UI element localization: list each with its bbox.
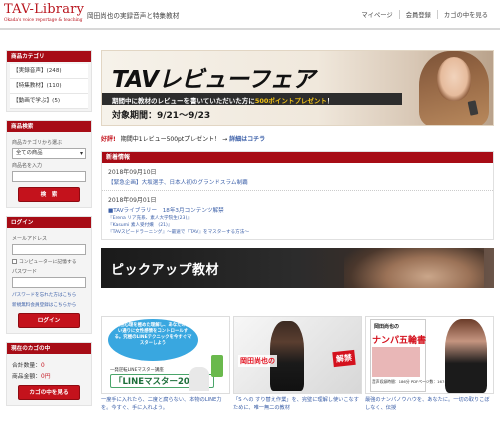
login-box-title: ログイン bbox=[7, 217, 91, 228]
cart-count-line: 合計数量：0 bbox=[12, 360, 86, 369]
cart-subtotal-value: 0円 bbox=[41, 374, 51, 380]
news-item: 2018年09月10日 【緊急企画】大坂選手、日本人初のグランドスラム制覇 bbox=[102, 163, 493, 191]
review-fair-banner[interactable]: TAVレビューフェア 期間中に教材のレビューを書いていただいた方に500ポイント… bbox=[101, 50, 494, 126]
search-category-select[interactable]: 全ての商品 bbox=[12, 148, 86, 159]
notice-bar: 好評! 期間中1レビュー500ptプレゼント！ → 詳細はコチラ bbox=[101, 134, 494, 143]
banner-model-face bbox=[437, 57, 471, 101]
news-sub-link[interactable]: 『Erena リア充系、素人大学院生(23)』 bbox=[108, 215, 487, 222]
password-label: パスワード bbox=[12, 269, 38, 275]
product-title: 岡田尚也の bbox=[238, 355, 277, 367]
search-box: 商品検索 商品カテゴリから選ぶ 全ての商品 商品名を入力 検 索 bbox=[6, 120, 92, 208]
notice-detail-link[interactable]: 詳細はコチラ bbox=[229, 134, 265, 143]
nav-mypage[interactable]: マイページ bbox=[355, 10, 398, 19]
logo-subtext: Okada's voice reportage & teaching bbox=[4, 18, 83, 23]
login-box: ログイン メールアドレス コンピューターに記憶する パスワード パスワードを忘れ… bbox=[6, 216, 92, 334]
view-cart-button[interactable]: カゴの中を見る bbox=[18, 385, 80, 400]
pickup-portrait bbox=[344, 248, 484, 288]
category-item-audio[interactable]: 【実録音声】(248) bbox=[10, 64, 88, 79]
product-model bbox=[445, 319, 487, 393]
main-content: TAVレビューフェア 期間中に教材のレビューを書いていただいた方に500ポイント… bbox=[101, 50, 494, 411]
search-button[interactable]: 検 索 bbox=[18, 187, 80, 202]
nav-view-cart[interactable]: カゴの中を見る bbox=[436, 10, 494, 19]
product-image-nanpa-book[interactable]: 岡田尚也の ナンパ五輪書 音声収録時間：186分 PDFページ数：167ページ bbox=[365, 316, 494, 394]
product-badge: 解禁 bbox=[332, 349, 356, 368]
category-box: 商品カテゴリ 【実録音声】(248) 【特集教材】(110) 【動画で学ぶ】(5… bbox=[6, 50, 92, 112]
cart-subtotal-label: 商品金額： bbox=[12, 374, 41, 380]
site-header: TAV-Library Okada's voice reportage & te… bbox=[0, 0, 500, 30]
search-box-title: 商品検索 bbox=[7, 121, 91, 132]
email-label: メールアドレス bbox=[12, 236, 48, 242]
book-author: 岡田尚也の bbox=[374, 324, 400, 330]
news-title: 新着情報 bbox=[102, 152, 493, 163]
product-card[interactable]: 岡田尚也の 解禁 「S への すり替え作業」を、完璧に理解し使いこなすために、唯… bbox=[233, 316, 362, 412]
pickup-banner: ピックアップ教材 bbox=[101, 248, 494, 288]
smartphone-icon bbox=[211, 355, 223, 377]
cart-box-title: 現在のカゴの中 bbox=[7, 343, 91, 354]
news-date: 2018年09月01日 bbox=[108, 197, 157, 204]
category-list: 【実録音声】(248) 【特集教材】(110) 【動画で学ぶ】(5) bbox=[7, 62, 91, 111]
remember-checkbox[interactable] bbox=[12, 259, 17, 264]
book-cover-art bbox=[372, 347, 420, 377]
login-button[interactable]: ログイン bbox=[18, 313, 80, 328]
banner-strip-main: 期間中に教材のレビューを書いていただいた方に bbox=[112, 97, 255, 105]
search-category-label: 商品カテゴリから選ぶ bbox=[12, 140, 63, 146]
remember-label: コンピューターに記憶する bbox=[19, 260, 77, 265]
sidebar: 商品カテゴリ 【実録音声】(248) 【特集教材】(110) 【動画で学ぶ】(5… bbox=[6, 50, 92, 414]
top-nav: マイページ 会員登録 カゴの中を見る bbox=[355, 10, 494, 19]
product-card[interactable]: 女性心理を極めた理解し、あなたの思い通りに女性感情をコントロールする。究極のLI… bbox=[101, 316, 230, 412]
register-link[interactable]: 新規無料会員登録はこちらから bbox=[12, 302, 86, 308]
email-field[interactable] bbox=[12, 244, 86, 255]
category-item-materials[interactable]: 【特集教材】(110) bbox=[10, 79, 88, 94]
search-name-label: 商品名を入力 bbox=[12, 163, 43, 169]
category-box-title: 商品カテゴリ bbox=[7, 51, 91, 62]
product-image-s-method[interactable]: 岡田尚也の 解禁 bbox=[233, 316, 362, 394]
banner-strip-highlight: 500ポイントプレゼント bbox=[254, 97, 327, 105]
product-description[interactable]: 「S への すり替え作業」を、完璧に理解し使いこなすために、唯一無二の教材 bbox=[233, 396, 362, 412]
news-link[interactable]: ■TAVライブラリー 18年3月コンテンツ解禁 bbox=[108, 207, 487, 215]
product-image-line-master[interactable]: 女性心理を極めた理解し、あなたの思い通りに女性感情をコントロールする。究極のLI… bbox=[101, 316, 230, 394]
cart-box: 現在のカゴの中 合計数量：0 商品金額：0円 カゴの中を見る bbox=[6, 342, 92, 406]
logo-text: TAV-Library bbox=[4, 2, 85, 17]
notice-text: 期間中1レビュー500ptプレゼント！ → bbox=[120, 136, 228, 143]
notice-tag: 好評! bbox=[101, 136, 116, 143]
news-sub-link[interactable]: 『TAVスピードラーニング』〜最速で『TAV』をマスターする方法〜 bbox=[108, 229, 487, 236]
category-item-video[interactable]: 【動画で学ぶ】(5) bbox=[10, 94, 88, 109]
product-grid: 女性心理を極めた理解し、あなたの思い通りに女性感情をコントロールする。究極のLI… bbox=[101, 316, 494, 412]
product-subtitle: 一発逆転LINEマスター講座 bbox=[110, 368, 164, 373]
search-name-input[interactable] bbox=[12, 171, 86, 182]
news-item: 2018年09月01日 ■TAVライブラリー 18年3月コンテンツ解禁 『Ere… bbox=[102, 191, 493, 239]
pickup-title: ピックアップ教材 bbox=[111, 263, 220, 278]
banner-strip-tail: ！ bbox=[326, 97, 334, 105]
site-tagline: 岡田尚也の実録音声と特集教材 bbox=[87, 12, 180, 20]
password-field[interactable] bbox=[12, 277, 86, 288]
product-description[interactable]: 最強のナンパノウハウを、あなたに。一切の取りこぼしなく、伝授 bbox=[365, 396, 494, 412]
banner-date: 対象期間：9/21〜9/23 bbox=[112, 111, 211, 121]
cart-count-value: 0 bbox=[41, 363, 45, 369]
book-title: ナンパ五輪書 bbox=[372, 336, 427, 346]
news-sub-link[interactable]: 『Kasumi 素人受付嬢 (21)』 bbox=[108, 222, 487, 229]
news-date: 2018年09月10日 bbox=[108, 169, 157, 176]
news-link[interactable]: 【緊急企画】大坂選手、日本人初のグランドスラム制覇 bbox=[108, 179, 487, 187]
product-catchcopy: 女性心理を極めた理解し、あなたの思い通りに女性感情をコントロールする。究極のLI… bbox=[114, 323, 192, 346]
people-illustration bbox=[189, 367, 209, 391]
banner-strip-text: 期間中に教材のレビューを書いていただいた方に500ポイントプレゼント！ bbox=[112, 95, 333, 105]
book-specs: 音声収録時間：186分 PDFページ数：167ページ bbox=[372, 379, 456, 384]
news-section: 新着情報 2018年09月10日 【緊急企画】大坂選手、日本人初のグランドスラム… bbox=[101, 151, 494, 240]
banner-title: TAVレビューフェア bbox=[112, 67, 315, 93]
forgot-password-link[interactable]: パスワードを忘れた方はこちら bbox=[12, 292, 86, 298]
cart-subtotal-line: 商品金額：0円 bbox=[12, 371, 86, 380]
cart-count-label: 合計数量： bbox=[12, 363, 41, 369]
product-description[interactable]: 一度手に入れたら、二度と腐らない、本物のLINE力を。今すぐ、手に入れよう。 bbox=[101, 396, 230, 412]
nav-register[interactable]: 会員登録 bbox=[398, 10, 437, 19]
remember-row: コンピューターに記憶する bbox=[12, 258, 86, 265]
product-card[interactable]: 岡田尚也の ナンパ五輪書 音声収録時間：186分 PDFページ数：167ページ … bbox=[365, 316, 494, 412]
site-logo[interactable]: TAV-Library Okada's voice reportage & te… bbox=[4, 3, 84, 23]
